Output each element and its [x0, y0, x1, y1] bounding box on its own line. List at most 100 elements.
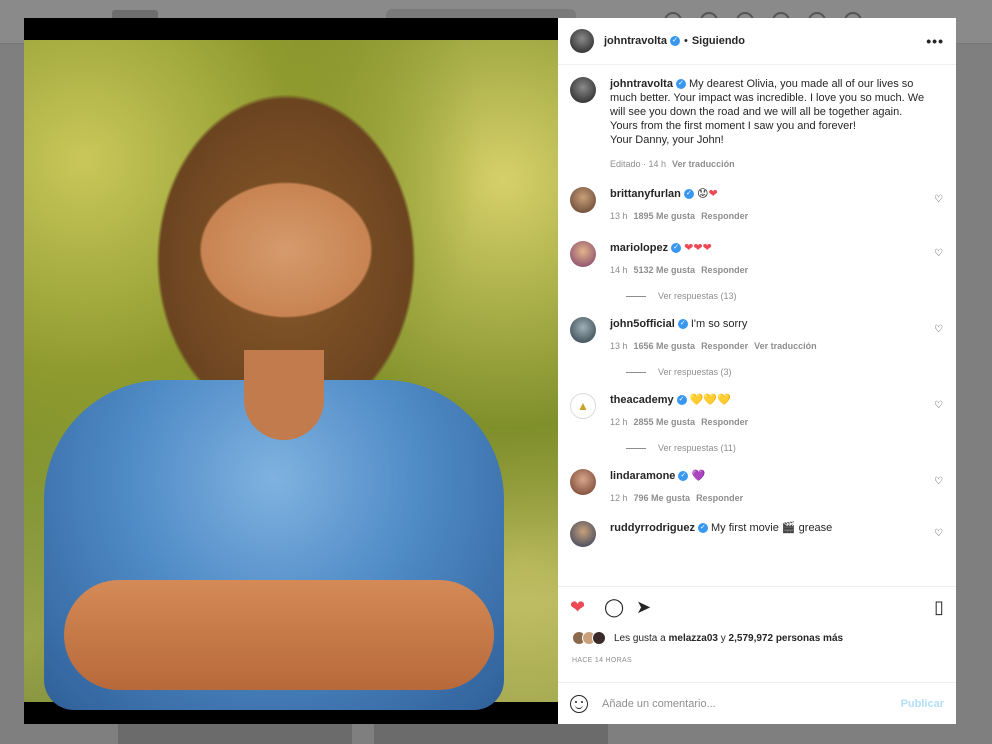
- reply-button[interactable]: Responder: [696, 493, 743, 503]
- comment-text: 😟: [696, 188, 709, 200]
- liker-avatar: [592, 631, 606, 645]
- replies-divider: [626, 371, 646, 373]
- commenter-avatar[interactable]: [570, 187, 596, 213]
- image-subject-arms: [64, 580, 494, 690]
- comment-likes[interactable]: 1895 Me gusta: [634, 211, 696, 221]
- comment-username[interactable]: ruddyrrodriguez: [610, 522, 695, 534]
- caption: johntravolta ✓ My dearest Olivia, you mad…: [570, 77, 944, 171]
- commenter-avatar[interactable]: [570, 469, 596, 495]
- comment-like-icon[interactable]: ♡: [934, 529, 944, 539]
- comment-time: 14 h: [610, 265, 628, 275]
- comment-time: 12 h: [610, 493, 628, 503]
- view-replies-button[interactable]: Ver respuestas (3): [626, 367, 944, 377]
- likes-prefix: Les gusta a: [614, 632, 666, 644]
- verified-icon: ✓: [675, 79, 686, 90]
- likes-count[interactable]: 2,579,972 personas más: [729, 633, 844, 644]
- comment-icon[interactable]: ◯: [604, 597, 624, 618]
- post-actions: ❤ ◯ ➤ ▯ Les gusta a melazza03 y 2,579,97…: [558, 586, 956, 682]
- comment-time: 13 h: [610, 341, 628, 351]
- comment-username[interactable]: theacademy: [610, 394, 674, 406]
- comment-like-icon[interactable]: ♡: [934, 477, 944, 487]
- comment-hearts: ❤❤❤: [684, 242, 712, 254]
- comment-item: brittanyfurlan ✓ 😟❤ 13 h 1895 Me gusta Resp…: [570, 187, 944, 223]
- reply-button[interactable]: Responder: [701, 417, 748, 427]
- comment-item: ▲ theacademy ✓ 💛💛💛 12 h 2855 Me gusta Respo…: [570, 393, 944, 429]
- comment-time: 12 h: [610, 417, 628, 427]
- publish-button[interactable]: Publicar: [901, 698, 944, 710]
- comment-input[interactable]: [602, 697, 901, 710]
- separator-dot: •: [683, 35, 688, 47]
- caption-text-line: Yours from the first moment I saw you an…: [610, 120, 856, 132]
- comment-text: I'm so sorry: [690, 318, 748, 330]
- liker-username[interactable]: melazza03: [669, 633, 718, 644]
- more-options-icon[interactable]: •••: [926, 33, 944, 49]
- view-replies-button[interactable]: Ver respuestas (13): [626, 291, 944, 301]
- comment-username[interactable]: john5official: [610, 318, 675, 330]
- author-username[interactable]: johntravolta: [604, 35, 667, 47]
- verified-icon: ✓: [683, 189, 694, 200]
- comment-hearts: ❤: [708, 188, 718, 200]
- comments-list[interactable]: johntravolta ✓ My dearest Olivia, you mad…: [558, 65, 956, 586]
- share-paper-plane-icon[interactable]: ➤: [636, 597, 651, 618]
- view-replies-label[interactable]: Ver respuestas (3): [658, 367, 732, 377]
- comment-like-icon[interactable]: ♡: [934, 249, 944, 259]
- author-avatar[interactable]: [570, 29, 594, 53]
- post-modal: johntravolta ✓ • Siguiendo ••• johntravo…: [24, 18, 956, 724]
- comment-username[interactable]: lindaramone: [610, 470, 675, 482]
- translate-link[interactable]: Ver traducción: [754, 341, 817, 351]
- commenter-avatar[interactable]: [570, 521, 596, 547]
- commenter-avatar[interactable]: [570, 317, 596, 343]
- view-replies-label[interactable]: Ver respuestas (13): [658, 291, 737, 301]
- post-image: [24, 40, 558, 710]
- reply-button[interactable]: Responder: [701, 211, 748, 221]
- comment-item: mariolopez ✓ ❤❤❤ 14 h 5132 Me gusta Respond…: [570, 241, 944, 277]
- background-thumbnail: [118, 724, 352, 744]
- comment-likes[interactable]: 2855 Me gusta: [634, 417, 696, 427]
- emoji-icon[interactable]: [570, 694, 588, 713]
- academy-logo-icon[interactable]: ▲: [570, 393, 596, 419]
- comment-like-icon[interactable]: ♡: [934, 195, 944, 205]
- comment-item: ruddyrrodriguez ✓ My first movie 🎬 grease…: [570, 521, 944, 547]
- post-time-ago: HACE 14 HORAS: [572, 657, 632, 664]
- bookmark-icon[interactable]: ▯: [934, 597, 944, 618]
- caption-text-line: My dearest Olivia, you made all of our l…: [689, 78, 914, 90]
- reply-button[interactable]: Responder: [701, 265, 748, 275]
- commenter-avatar[interactable]: [570, 241, 596, 267]
- post-header: johntravolta ✓ • Siguiendo •••: [558, 18, 956, 65]
- comment-like-icon[interactable]: ♡: [934, 325, 944, 335]
- comment-likes[interactable]: 1656 Me gusta: [634, 341, 696, 351]
- background-thumbnail: [374, 724, 608, 744]
- replies-divider: [626, 295, 646, 297]
- comment-time: 13 h: [610, 211, 628, 221]
- comment-hearts: 💜: [691, 470, 706, 482]
- caption-text-line: much better. Your impact was incredible.…: [610, 92, 925, 104]
- verified-icon: ✓: [677, 319, 688, 330]
- view-replies-label[interactable]: Ver respuestas (11): [658, 443, 736, 453]
- replies-divider: [626, 447, 646, 449]
- translate-link[interactable]: Ver traducción: [672, 159, 735, 169]
- comment-likes[interactable]: 796 Me gusta: [634, 493, 691, 503]
- likes-conj: y: [720, 632, 726, 644]
- comment-username[interactable]: brittanyfurlan: [610, 188, 681, 200]
- caption-text-line: Your Danny, your John!: [610, 134, 724, 146]
- view-replies-button[interactable]: Ver respuestas (11): [626, 443, 944, 453]
- comment-like-icon[interactable]: ♡: [934, 401, 944, 411]
- add-comment-bar: Publicar: [558, 682, 956, 724]
- follow-status-button[interactable]: Siguiendo: [692, 35, 745, 47]
- reply-button[interactable]: Responder: [701, 341, 748, 351]
- like-heart-icon[interactable]: ❤: [570, 597, 585, 618]
- comment-hearts: 💛💛💛: [689, 394, 731, 406]
- author-avatar[interactable]: [570, 77, 596, 103]
- image-subject-neck: [244, 350, 324, 440]
- caption-text-line: will see you down the road and we will a…: [610, 106, 903, 118]
- comment-likes[interactable]: 5132 Me gusta: [634, 265, 696, 275]
- verified-icon: ✓: [697, 523, 708, 534]
- verified-icon: ✓: [669, 36, 680, 46]
- post-sidebar: johntravolta ✓ • Siguiendo ••• johntravo…: [558, 18, 956, 724]
- verified-icon: ✓: [678, 471, 689, 482]
- post-photo: [24, 18, 558, 724]
- comment-item: lindaramone ✓ 💜 12 h 796 Me gusta Responder…: [570, 469, 944, 505]
- likes-summary: Les gusta a melazza03 y 2,579,972 person…: [572, 631, 843, 645]
- comment-username[interactable]: mariolopez: [610, 242, 668, 254]
- caption-username[interactable]: johntravolta: [610, 78, 673, 90]
